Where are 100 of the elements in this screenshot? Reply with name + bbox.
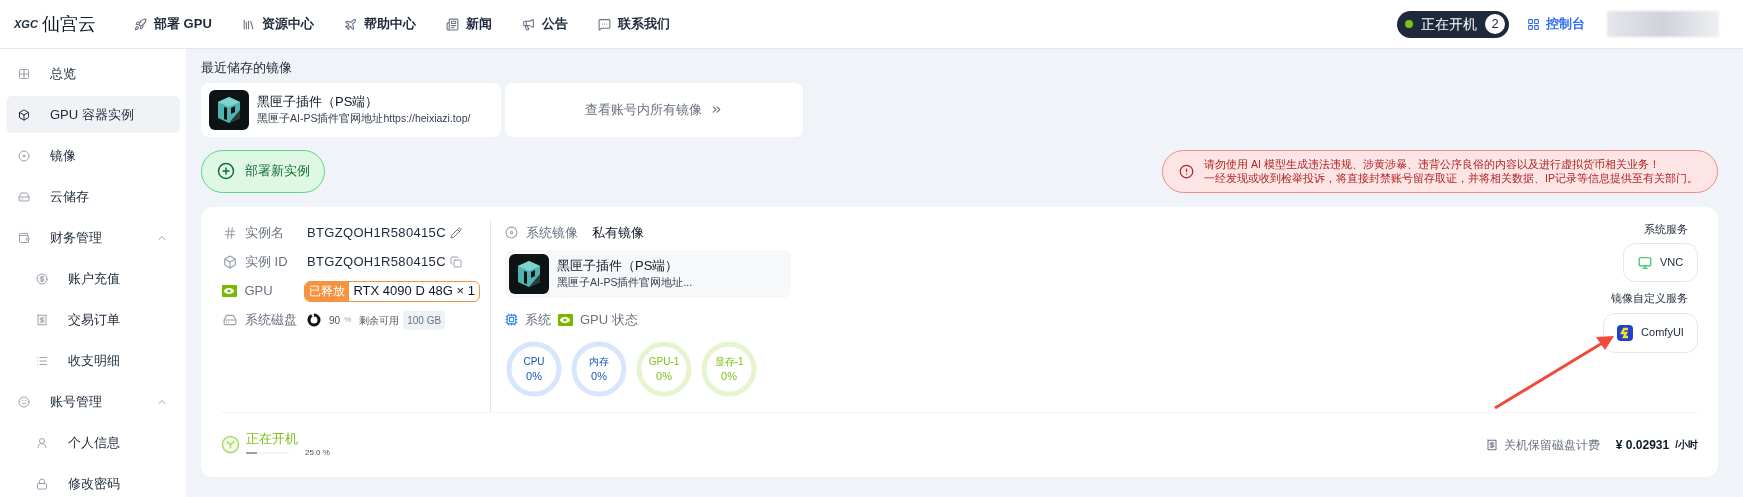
status-icon: [221, 435, 240, 454]
nav-icon: [343, 17, 357, 31]
sidebar-item[interactable]: GPU 容器实例: [6, 96, 180, 133]
console-link[interactable]: 控制台: [1527, 14, 1585, 34]
nav-link[interactable]: 资源中心: [241, 14, 314, 34]
menu-icon: [36, 354, 48, 367]
sidebar-item[interactable]: 镜像: [6, 137, 180, 174]
image-logo-icon: [509, 254, 549, 294]
comfyui-logo-icon: [1617, 324, 1634, 341]
nav-link[interactable]: 新闻: [445, 14, 492, 34]
nav-link[interactable]: 部署 GPU: [134, 14, 212, 34]
menu-icon: [18, 149, 30, 162]
gauge-label: CPU: [523, 354, 545, 369]
field-label: GPU: [244, 282, 274, 301]
edit-icon[interactable]: [449, 227, 462, 239]
menu-icon: [18, 108, 30, 121]
status-label: GPU 状态: [580, 311, 638, 329]
cube-icon: [223, 255, 237, 269]
status-label: 系统: [525, 311, 551, 329]
free-label: 剩余可用: [359, 313, 400, 328]
field-label: 系统磁盘: [245, 311, 298, 330]
nav-icon: [134, 17, 147, 31]
nav-link[interactable]: 帮助中心: [343, 14, 416, 34]
billing-icon: [1485, 438, 1498, 451]
gauge-value: 0%: [591, 368, 607, 383]
released-badge: 已释放: [305, 281, 350, 301]
progress-percent: 25.0 %: [305, 446, 330, 459]
field-label: 实例 ID: [245, 253, 289, 272]
image-logo-icon: [209, 89, 249, 130]
sidebar-subitem[interactable]: 修改密码: [6, 465, 180, 497]
double-chevron-icon: [710, 103, 723, 116]
image-type: 私有镜像: [592, 223, 644, 242]
menu-icon: [18, 395, 30, 408]
nav-icon: [445, 17, 459, 31]
sidebar-subitem[interactable]: 交易订单: [6, 301, 180, 338]
billing-price: ¥ 0.02931: [1615, 436, 1670, 454]
menu-icon: [36, 272, 48, 285]
field-label: 实例名: [245, 224, 285, 243]
plus-icon: [216, 162, 235, 180]
warning-text: 请勿使用 AI 模型生成违法违规、涉黄涉暴、违背公序良俗的内容以及进行虚拟货币相关业务！: [1204, 157, 1661, 171]
percent-sign: %: [344, 314, 352, 326]
disk-usage-ring: [307, 313, 321, 327]
services-label: 镜像自定义服务: [1611, 291, 1688, 306]
field-label: 系统镜像: [526, 223, 578, 242]
image-description: 黑匣子AI-PS插件官网地址https://heixiazi.top/: [257, 110, 471, 126]
gauge-value: 0%: [526, 368, 542, 383]
gauge-label: 显存-1: [714, 354, 744, 369]
running-count: 2: [1485, 14, 1505, 34]
gpu-icon: [222, 285, 238, 297]
nav-link[interactable]: 联系我们: [597, 14, 670, 34]
view-all-images-button[interactable]: 查看账号内所有镜像: [505, 82, 803, 137]
status-text: 正在开机: [246, 430, 299, 447]
nav-icon: [597, 17, 611, 31]
deploy-instance-button[interactable]: 部署新实例: [201, 149, 325, 193]
monitor-icon: [1637, 255, 1652, 270]
sidebar-item[interactable]: 账号管理: [6, 383, 180, 420]
gauge-value: 0%: [656, 368, 672, 383]
menu-icon: [36, 313, 48, 326]
recent-image-card[interactable]: 黑匣子插件（PS端） 黑匣子AI-PS插件官网地址https://heixiazi.top/: [201, 82, 501, 137]
grid-icon: [1527, 17, 1540, 31]
free-space: 100 GB: [403, 310, 446, 330]
nav-icon: [241, 17, 255, 31]
section-title: 最近储存的镜像: [201, 59, 293, 77]
alert-icon: [1179, 163, 1194, 179]
image-name: 黑匣子插件（PS端）: [257, 92, 380, 110]
nav-icon: [521, 17, 535, 31]
gauge-label: 内存: [589, 354, 609, 369]
instance-id: BTGZQOH1R580415C: [307, 253, 446, 272]
image-description: 黑匣子AI-PS插件官网地址...: [557, 275, 693, 290]
nav-link[interactable]: 公告: [521, 14, 568, 34]
menu-icon: [18, 67, 30, 80]
logo-mark: XGC: [14, 16, 38, 32]
services-label: 系统服务: [1644, 221, 1688, 237]
sidebar-item[interactable]: 云储存: [6, 178, 180, 215]
gauge-value: 0%: [721, 368, 737, 383]
copy-icon[interactable]: [449, 256, 462, 268]
sidebar-item[interactable]: 财务管理: [6, 219, 180, 256]
billing-label: 关机保留磁盘计费: [1503, 436, 1600, 454]
sidebar-subitem[interactable]: 收支明细: [6, 342, 180, 379]
disk-percent: 90: [329, 313, 341, 328]
vnc-button[interactable]: VNC: [1623, 243, 1698, 282]
menu-icon: [18, 190, 30, 203]
gauge-label: GPU-1: [648, 354, 680, 369]
menu-icon: [36, 477, 48, 490]
gpu-icon: [558, 313, 573, 326]
hash-icon: [223, 226, 237, 240]
sidebar-item[interactable]: 总览: [6, 55, 180, 92]
chip-icon: [505, 313, 518, 327]
sidebar-subitem[interactable]: 个人信息: [6, 424, 180, 461]
billing-unit: /小时: [1675, 438, 1698, 452]
gpu-model: RTX 4090 D 48G × 1: [352, 282, 476, 301]
warning-text: 一经发现或收到检举投诉，将直接封禁账号留存取证，并将相关数据、IP记录等信息提供至有关部门。: [1204, 171, 1698, 185]
disc-icon: [505, 225, 518, 239]
logo-text: 仙宫云: [41, 12, 96, 36]
image-name: 黑匣子插件（PS端）: [557, 257, 680, 274]
menu-icon: [36, 436, 48, 449]
menu-icon: [18, 231, 30, 244]
running-status-button[interactable]: 正在开机 2: [1397, 10, 1509, 38]
instance-name: BTGZQOH1R580415C: [307, 224, 446, 243]
sidebar-subitem[interactable]: 账户充值: [6, 260, 180, 297]
